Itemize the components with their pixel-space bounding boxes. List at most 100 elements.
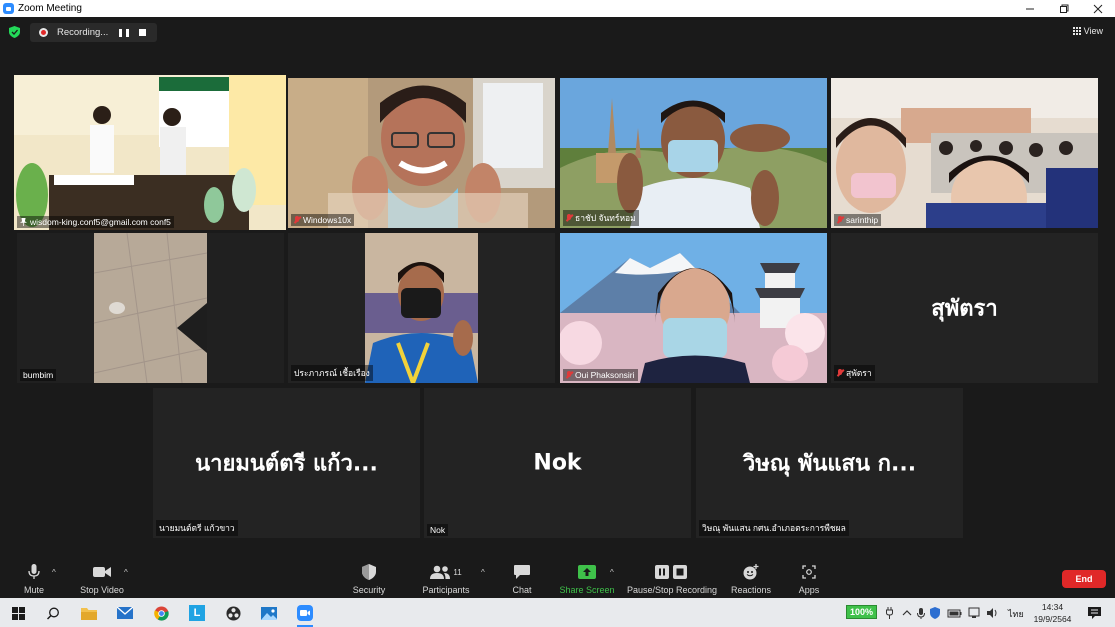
taskbar-zoom[interactable] [294,602,316,627]
recording-control-label: Pause/Stop Recording [626,585,718,595]
participants-button[interactable]: 11 Participants [420,563,472,595]
participant-name-tag: bumbim [20,369,57,381]
video-options-caret-icon[interactable]: ^ [124,568,128,577]
participant-name-tag: นายมนต์ตรี แก้วขาว [156,520,238,536]
reactions-button[interactable]: Reactions [730,563,772,595]
participant-name-tag: สุพัตรา [834,365,875,381]
apps-button[interactable]: Apps [795,563,823,595]
taskbar-mail[interactable] [114,602,136,624]
close-button[interactable] [1081,0,1115,17]
video-tile-2[interactable]: Windows10x [288,78,555,228]
participant-name-tag: wisdom-king.conf5@gmail.com conf5 [17,216,174,228]
participant-name: สุพัตรา [846,368,872,378]
participant-name: Nok [430,525,446,535]
restore-button[interactable] [1047,0,1081,17]
close-icon [1093,4,1103,13]
participants-options-caret-icon[interactable]: ^ [481,568,485,577]
video-tile-10[interactable]: Nok Nok [424,388,691,538]
encryption-shield-icon[interactable] [9,26,20,38]
muted-mic-icon [566,214,572,222]
chat-button[interactable]: Chat [508,563,536,595]
share-screen-label: Share Screen [559,585,615,595]
minimize-icon [1026,8,1034,9]
power-plug-icon [886,607,893,619]
windows-taskbar: L 100% ไทย 14:34 19/9/2564 [0,598,1115,627]
muted-mic-icon [566,371,572,379]
apps-icon [802,565,816,579]
reactions-smiley-icon [743,564,759,580]
participant-name: ธาชัป จันทร์หอม [575,213,636,223]
stop-recording-icon[interactable] [139,29,146,36]
video-feed [288,233,555,383]
video-tile-6[interactable]: ประภาภรณ์ เชื้อเรือง [288,233,555,383]
participant-name: Windows10x [303,215,352,225]
chevron-up-icon [902,610,912,616]
participant-name-tag: sarinthip [834,214,882,226]
video-tile-4[interactable]: sarinthip [831,78,1098,228]
mic-tray-icon [917,608,925,619]
security-shield-icon [362,564,376,580]
taskbar-l-app[interactable]: L [186,602,208,624]
participant-name-tag: ธาชัป จันทร์หอม [563,210,639,226]
video-tile-7[interactable]: Oui Phaksonsiri [560,233,827,383]
mute-button[interactable]: Mute [18,563,50,595]
participant-display-name: นายมนต์ตรี แก้ว... [195,451,378,477]
participant-name: นายมนต์ตรี แก้วขาว [159,523,235,533]
participant-display-name: สุพัตรา [931,296,998,322]
system-clock[interactable]: 14:34 19/9/2564 [1030,601,1075,625]
video-tile-5[interactable]: bumbim [17,233,284,383]
participants-icon [430,565,451,579]
mute-label: Mute [23,585,44,595]
chrome-icon [153,605,169,621]
notification-center-button[interactable] [1083,602,1105,624]
end-meeting-button[interactable]: End [1062,570,1106,588]
recording-label: Recording... [57,27,109,38]
video-tile-1[interactable]: wisdom-king.conf5@gmail.com conf5 [14,75,286,230]
battery-percentage[interactable]: 100% [846,605,878,619]
tray-icons [885,606,1025,622]
video-feed [17,233,284,383]
taskbar-search-button[interactable] [42,602,64,624]
pause-recording-icon[interactable] [119,28,129,37]
participants-label: Participants [422,585,470,595]
security-button[interactable]: Security [351,563,387,595]
taskbar-file-explorer[interactable] [78,602,100,624]
view-button[interactable]: View [1072,26,1103,36]
share-screen-button[interactable]: Share Screen [558,563,616,595]
participant-name: วิษณุ พันแสน กศน.อำเภอตระการพืชผล [702,523,846,533]
video-camera-icon [93,567,111,577]
windows-logo-icon [11,606,25,620]
video-feed [14,75,286,230]
muted-mic-icon [837,216,843,224]
language-indicator[interactable]: ไทย [1008,607,1024,621]
participant-name-tag: วิษณุ พันแสน กศน.อำเภอตระการพืชผล [699,520,849,536]
view-label: View [1083,26,1103,36]
video-feed [560,78,827,228]
recording-indicator: Recording... [30,23,157,42]
pause-stop-icons [655,565,687,579]
window-titlebar: Zoom Meeting [0,0,1115,17]
taskbar-chrome[interactable] [150,602,172,624]
l-app-icon: L [189,605,205,621]
start-button[interactable] [7,602,29,624]
taskbar-photos[interactable] [258,602,280,624]
participant-name-tag: ประภาภรณ์ เชื้อเรือง [291,365,373,381]
video-tile-11[interactable]: วิษณุ พันแสน ก... วิษณุ พันแสน กศน.อำเภอ… [696,388,963,538]
zoom-app-icon [3,3,14,14]
video-tile-9[interactable]: นายมนต์ตรี แก้ว... นายมนต์ตรี แก้วขาว [153,388,420,538]
video-tile-8[interactable]: สุพัตรา สุพัตรา [831,233,1098,383]
audio-options-caret-icon[interactable]: ^ [52,568,56,577]
stop-video-button[interactable]: Stop Video [78,563,126,595]
search-icon [46,607,59,620]
participant-display-name: วิษณุ พันแสน ก... [742,451,917,477]
minimize-button[interactable] [1013,0,1047,17]
chat-label: Chat [512,585,532,595]
mail-icon [117,607,133,619]
security-label: Security [352,585,386,595]
video-feed [288,78,555,228]
pin-icon [20,218,27,226]
taskbar-obs[interactable] [222,602,244,624]
video-tile-3[interactable]: ธาชัป จันทร์หอม [560,78,827,228]
pause-stop-recording-button[interactable]: Pause/Stop Recording [626,563,718,595]
share-options-caret-icon[interactable]: ^ [610,568,614,577]
